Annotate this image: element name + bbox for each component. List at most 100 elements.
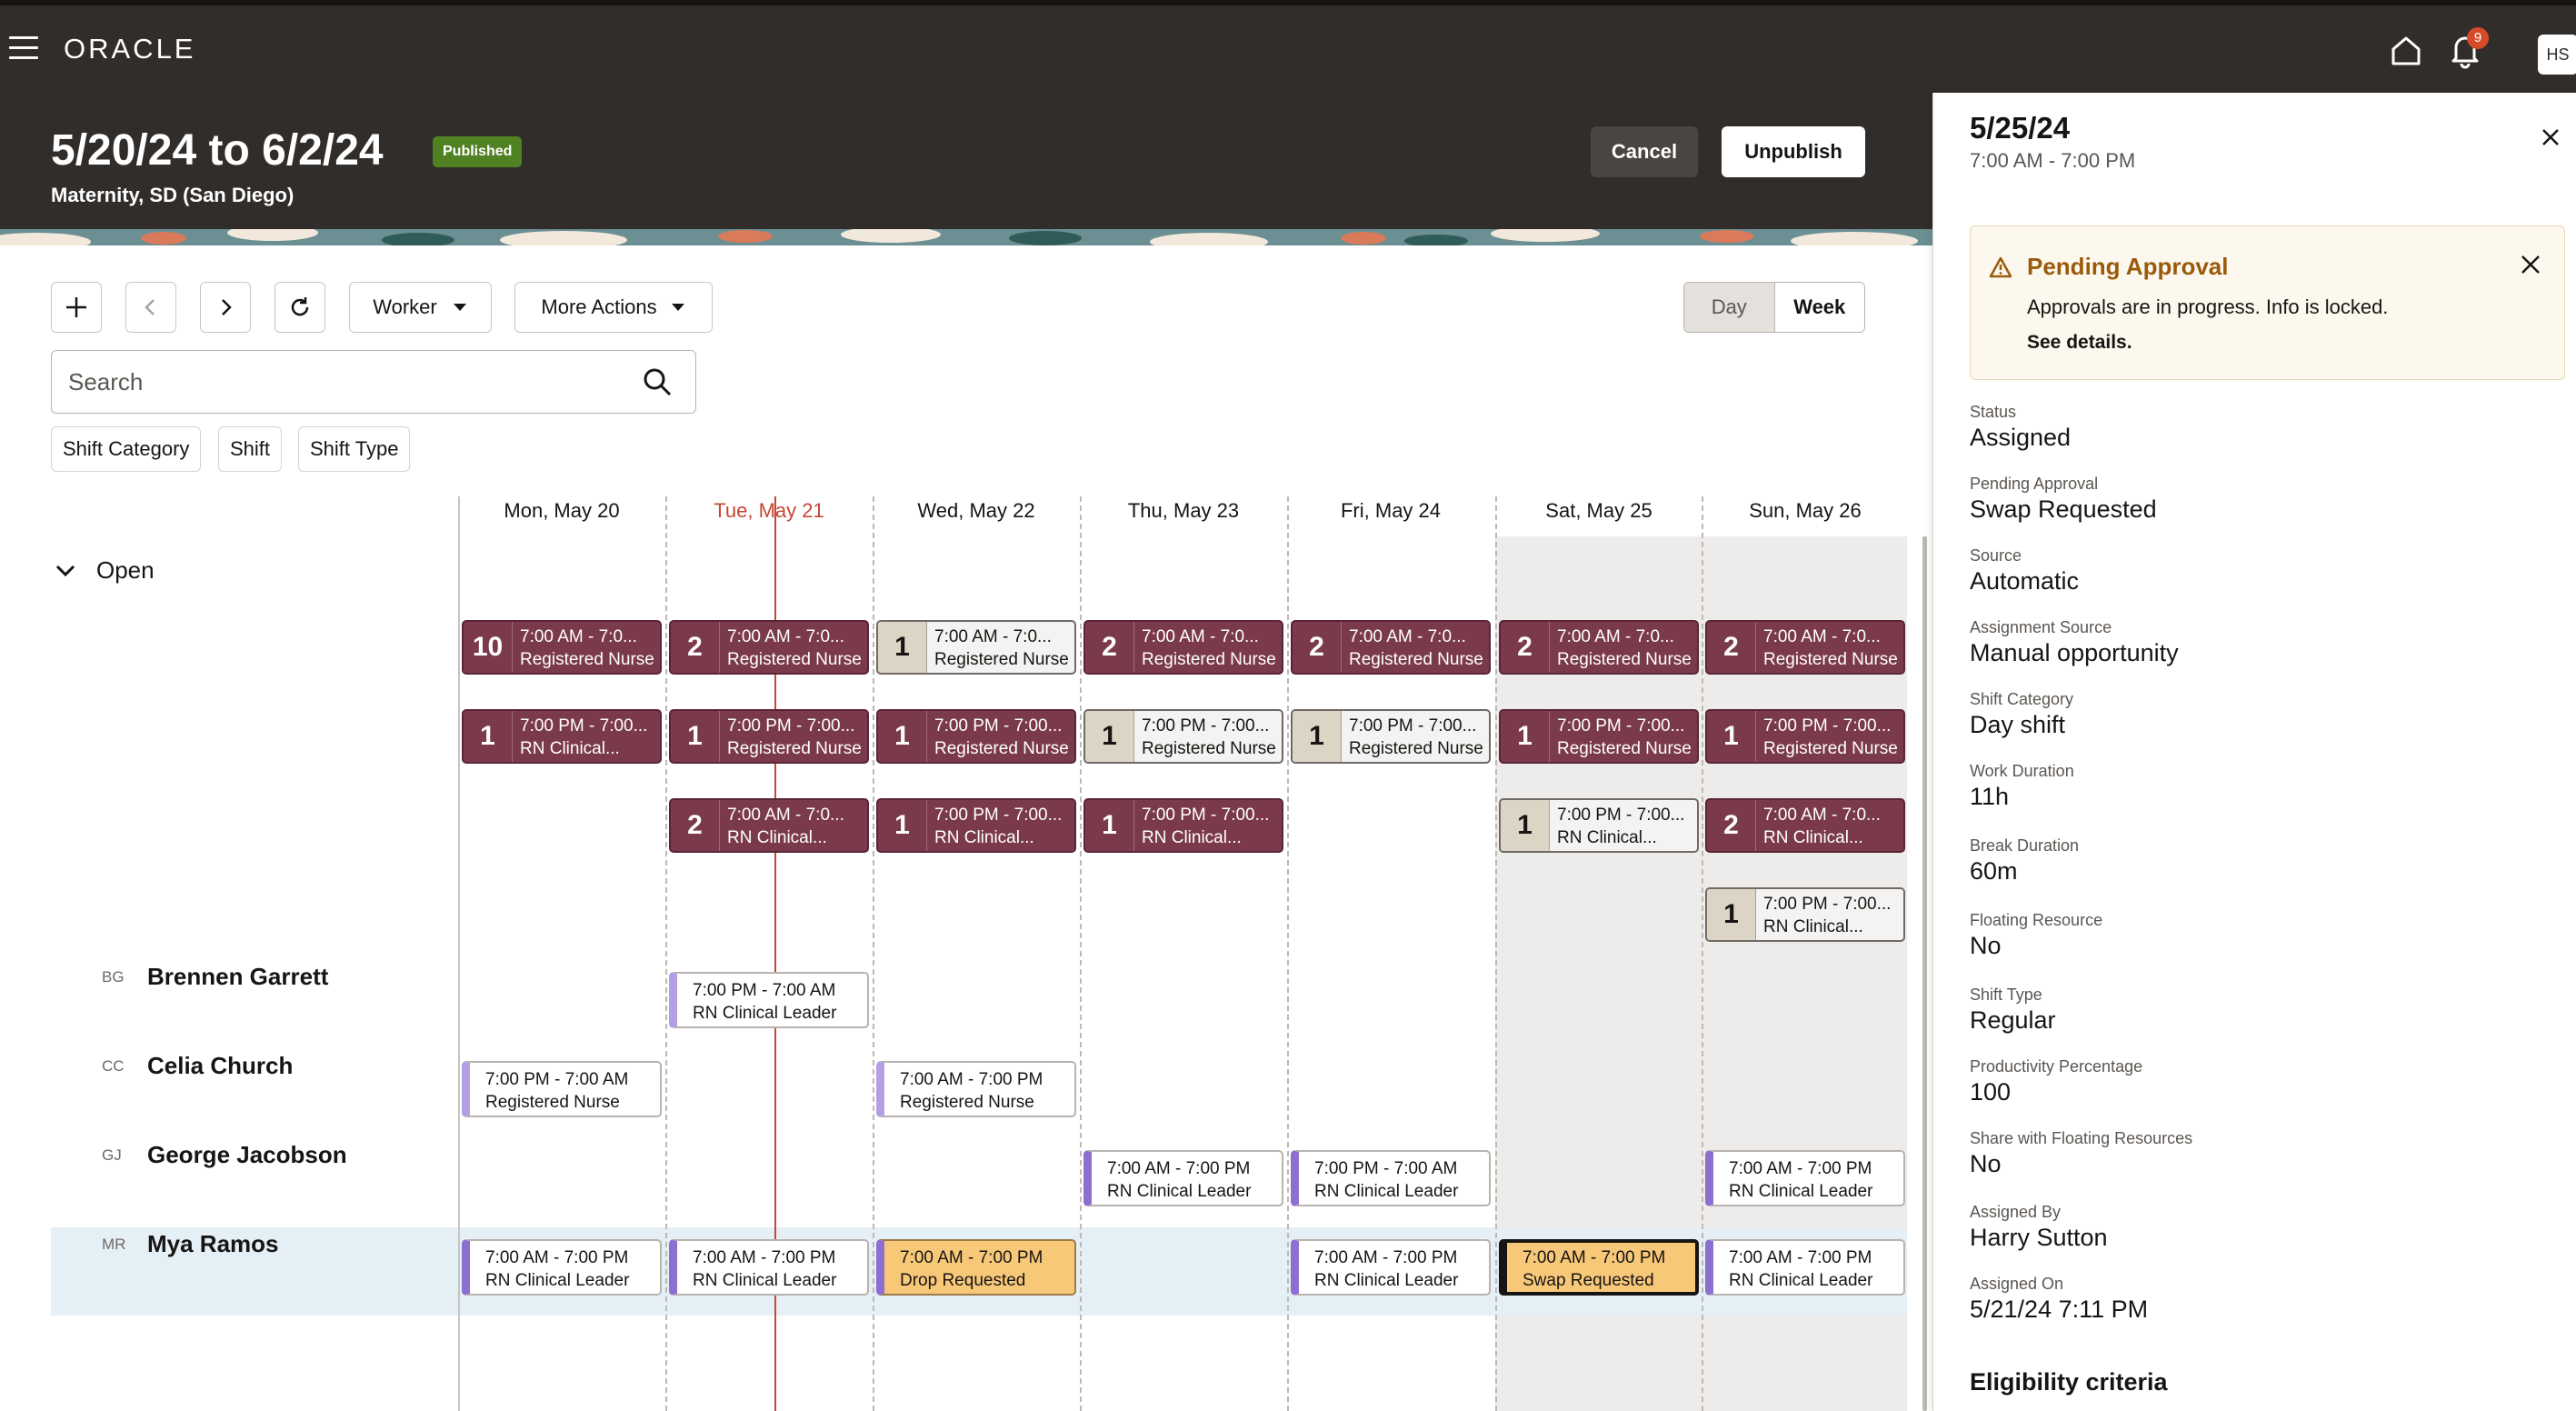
open-shift-card[interactable]: 1 7:00 PM - 7:00... Registered Nurse bbox=[1499, 709, 1699, 764]
open-shift-card[interactable]: 2 7:00 AM - 7:0... Registered Nurse bbox=[1499, 620, 1699, 675]
open-shift-card[interactable]: 2 7:00 AM - 7:0... Registered Nurse bbox=[1291, 620, 1491, 675]
shift-role: RN Clinical Leader bbox=[1314, 1182, 1459, 1201]
filter-chip-shift[interactable]: Shift bbox=[218, 426, 283, 472]
open-shift-count: 1 bbox=[878, 711, 927, 762]
assigned-shift-card[interactable]: 7:00 AM - 7:00 PM Registered Nurse bbox=[876, 1061, 1076, 1117]
caret-down-icon bbox=[453, 304, 466, 311]
assigned-shift-card[interactable]: 7:00 PM - 7:00 AM Registered Nurse bbox=[462, 1061, 662, 1117]
open-shift-count: 1 bbox=[1707, 711, 1756, 762]
more-actions-label: More Actions bbox=[541, 295, 657, 318]
open-shift-card[interactable]: 1 7:00 PM - 7:00... RN Clinical... bbox=[1083, 798, 1283, 853]
add-button[interactable] bbox=[51, 282, 102, 333]
search-input[interactable] bbox=[68, 364, 614, 400]
shift-time: 7:00 AM - 7:00 PM bbox=[1729, 1159, 1872, 1178]
assigned-shift-card[interactable]: 7:00 AM - 7:00 PM RN Clinical Leader bbox=[1705, 1150, 1905, 1206]
day-separator bbox=[1080, 496, 1082, 1411]
view-toggle: Day Week bbox=[1683, 282, 1865, 333]
selected-shift-card[interactable]: 7:00 AM - 7:00 PM Swap Requested bbox=[1499, 1239, 1699, 1296]
menu-icon[interactable] bbox=[9, 36, 38, 60]
warning-icon bbox=[1989, 256, 2012, 278]
notification-count-badge: 9 bbox=[2467, 27, 2489, 49]
field-label: Break Duration bbox=[1970, 836, 2080, 855]
field-label: Assigned By bbox=[1970, 1203, 2062, 1221]
detail-field: Work Duration 11h bbox=[1970, 761, 2074, 812]
open-shift-card[interactable]: 1 7:00 PM - 7:00... RN Clinical... bbox=[1499, 798, 1699, 853]
filter-chip-shift-category[interactable]: Shift Category bbox=[51, 426, 202, 472]
open-shift-count: 1 bbox=[464, 711, 513, 762]
open-shift-card[interactable]: 1 7:00 PM - 7:00... Registered Nurse bbox=[876, 709, 1076, 764]
cancel-button[interactable]: Cancel bbox=[1591, 126, 1698, 177]
unpublish-button[interactable]: Unpublish bbox=[1722, 126, 1865, 177]
field-value: Assigned bbox=[1970, 424, 2072, 451]
assigned-shift-card[interactable]: 7:00 PM - 7:00 AM RN Clinical Leader bbox=[669, 972, 869, 1028]
previous-button[interactable] bbox=[125, 282, 176, 333]
shift-role: RN Clinical Leader bbox=[1107, 1182, 1252, 1201]
shift-time: 7:00 PM - 7:00... bbox=[727, 716, 855, 736]
worker-name[interactable]: Brennen Garrett bbox=[147, 963, 328, 991]
shift-role: RN Clinical... bbox=[934, 828, 1034, 847]
filter-chip-shift-type[interactable]: Shift Type bbox=[298, 426, 411, 472]
open-shift-card[interactable]: 2 7:00 AM - 7:0... Registered Nurse bbox=[1083, 620, 1283, 675]
global-header: ORACLE 9 HS bbox=[0, 5, 2576, 93]
open-shift-card[interactable]: 1 7:00 AM - 7:0... Registered Nurse bbox=[876, 620, 1076, 675]
worker-name[interactable]: George Jacobson bbox=[147, 1141, 347, 1169]
home-icon[interactable] bbox=[2388, 33, 2424, 69]
field-value: 5/21/24 7:11 PM bbox=[1970, 1296, 2149, 1323]
shift-role: RN Clinical Leader bbox=[485, 1271, 630, 1290]
open-group-header[interactable]: Open bbox=[55, 556, 155, 585]
day-view-button[interactable]: Day bbox=[1684, 283, 1775, 332]
next-button[interactable] bbox=[200, 282, 251, 333]
assigned-shift-card[interactable]: 7:00 AM - 7:00 PM Drop Requested bbox=[876, 1239, 1076, 1296]
open-shift-count: 10 bbox=[464, 622, 513, 673]
refresh-button[interactable] bbox=[275, 282, 325, 333]
assigned-shift-card[interactable]: 7:00 AM - 7:00 PM RN Clinical Leader bbox=[462, 1239, 662, 1296]
day-header: Mon, May 20 bbox=[504, 499, 620, 522]
open-shift-card[interactable]: 1 7:00 PM - 7:00... Registered Nurse bbox=[669, 709, 869, 764]
shift-role: Registered Nurse bbox=[1349, 739, 1483, 758]
open-shift-card[interactable]: 1 7:00 PM - 7:00... RN Clinical... bbox=[876, 798, 1076, 853]
user-avatar[interactable]: HS bbox=[2538, 35, 2576, 75]
field-label: Share with Floating Resources bbox=[1970, 1129, 2193, 1147]
shift-role: Registered Nurse bbox=[1349, 650, 1483, 669]
chevron-down-icon bbox=[55, 565, 75, 576]
shift-role: Registered Nurse bbox=[1142, 650, 1276, 669]
worker-name[interactable]: Mya Ramos bbox=[147, 1230, 279, 1258]
assigned-shift-card[interactable]: 7:00 AM - 7:00 PM RN Clinical Leader bbox=[669, 1239, 869, 1296]
day-separator bbox=[1287, 496, 1289, 1411]
open-shift-card[interactable]: 1 7:00 PM - 7:00... RN Clinical... bbox=[1705, 887, 1905, 942]
open-shift-card[interactable]: 1 7:00 PM - 7:00... Registered Nurse bbox=[1705, 709, 1905, 764]
shift-time: 7:00 AM - 7:0... bbox=[934, 627, 1052, 646]
worker-name[interactable]: Celia Church bbox=[147, 1052, 293, 1080]
search-icon[interactable] bbox=[641, 365, 674, 398]
more-actions-dropdown[interactable]: More Actions bbox=[514, 282, 713, 333]
assigned-shift-card[interactable]: 7:00 AM - 7:00 PM RN Clinical Leader bbox=[1291, 1239, 1491, 1296]
close-icon[interactable] bbox=[2520, 254, 2541, 275]
open-shift-card[interactable]: 2 7:00 AM - 7:0... RN Clinical... bbox=[669, 798, 869, 853]
open-shift-card[interactable]: 2 7:00 AM - 7:0... RN Clinical... bbox=[1705, 798, 1905, 853]
open-shift-card[interactable]: 2 7:00 AM - 7:0... Registered Nurse bbox=[669, 620, 869, 675]
open-shift-count: 1 bbox=[1501, 711, 1550, 762]
assigned-shift-card[interactable]: 7:00 PM - 7:00 AM RN Clinical Leader bbox=[1291, 1150, 1491, 1206]
open-shift-card[interactable]: 10 7:00 AM - 7:0... Registered Nurse bbox=[462, 620, 662, 675]
shift-time: 7:00 AM - 7:00 PM bbox=[1107, 1159, 1251, 1178]
vertical-scrollbar[interactable] bbox=[1922, 536, 1927, 1411]
worker-dropdown[interactable]: Worker bbox=[349, 282, 492, 333]
week-view-button[interactable]: Week bbox=[1774, 283, 1864, 332]
open-shift-card[interactable]: 1 7:00 PM - 7:00... RN Clinical... bbox=[462, 709, 662, 764]
day-header: Fri, May 24 bbox=[1340, 499, 1442, 522]
open-shift-card[interactable]: 1 7:00 PM - 7:00... Registered Nurse bbox=[1291, 709, 1491, 764]
open-shift-card[interactable]: 2 7:00 AM - 7:0... Registered Nurse bbox=[1705, 620, 1905, 675]
search-box bbox=[51, 350, 696, 414]
shift-role: RN Clinical... bbox=[1557, 828, 1657, 847]
open-shift-count: 1 bbox=[671, 711, 720, 762]
field-label: Work Duration bbox=[1970, 762, 2074, 780]
open-shift-card[interactable]: 1 7:00 PM - 7:00... Registered Nurse bbox=[1083, 709, 1283, 764]
shift-role: Registered Nurse bbox=[1142, 739, 1276, 758]
assigned-shift-card[interactable]: 7:00 AM - 7:00 PM RN Clinical Leader bbox=[1083, 1150, 1283, 1206]
close-icon[interactable] bbox=[2541, 127, 2561, 147]
refresh-icon bbox=[291, 297, 309, 316]
shift-role: Registered Nurse bbox=[1557, 650, 1692, 669]
assigned-shift-card[interactable]: 7:00 AM - 7:00 PM RN Clinical Leader bbox=[1705, 1239, 1905, 1296]
see-details-link[interactable]: See details. bbox=[2027, 332, 2132, 354]
field-value: No bbox=[1970, 1150, 2002, 1177]
